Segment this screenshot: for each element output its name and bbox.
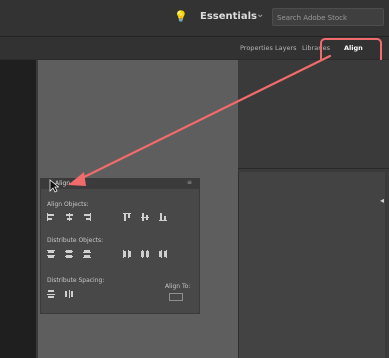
annotation-arrow: [68, 54, 332, 186]
